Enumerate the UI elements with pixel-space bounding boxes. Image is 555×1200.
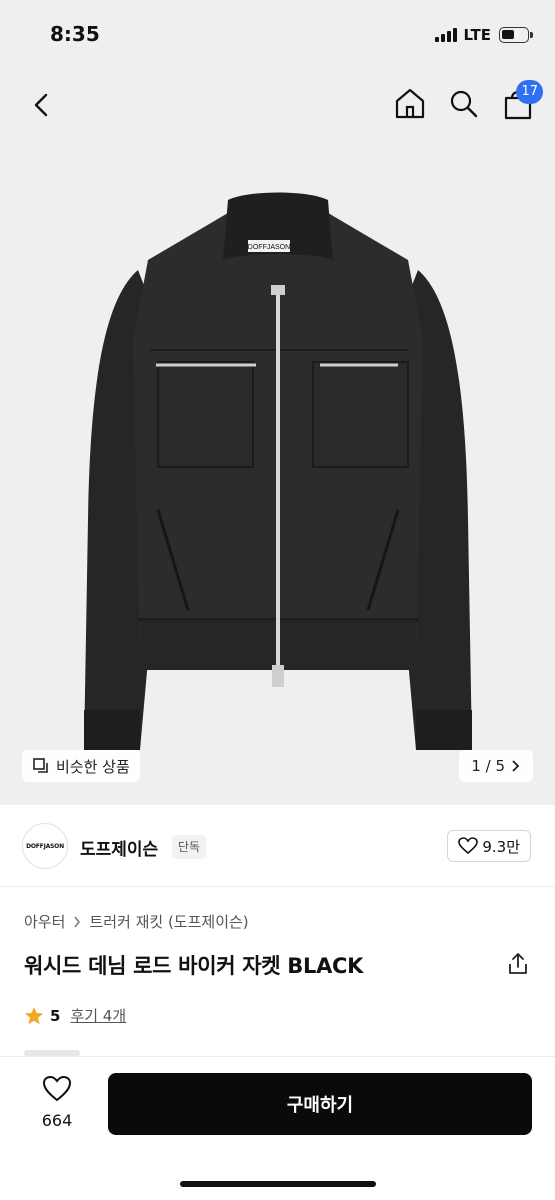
top-nav-actions: 17 — [393, 80, 543, 122]
network-label: LTE — [463, 26, 491, 44]
product-title: 워시드 데님 로드 바이커 자켓 BLACK — [24, 954, 364, 978]
home-icon — [395, 88, 425, 119]
heart-icon — [458, 837, 479, 855]
brand-like-button[interactable]: 9.3만 — [447, 830, 531, 862]
brand-name[interactable]: 도프제이슨 — [80, 835, 158, 860]
brand-logo[interactable]: DOFFJASON — [22, 823, 68, 869]
cart-button[interactable]: 17 — [501, 80, 543, 122]
search-icon — [450, 90, 478, 118]
breadcrumb: 아우터 트러커 재킷 (도프제이슨) — [24, 911, 249, 932]
bottom-action-bar: 664 구매하기 — [0, 1056, 555, 1200]
heart-icon — [42, 1075, 72, 1102]
status-time: 8:35 — [50, 22, 100, 46]
rating-row: 5 후기 4개 — [24, 1005, 126, 1026]
signal-icon — [435, 28, 458, 42]
home-button[interactable] — [393, 84, 427, 122]
brand-like-count: 9.3만 — [482, 837, 520, 856]
wishlist-button[interactable]: 664 — [28, 1075, 86, 1130]
exclusive-tag: 단독 — [172, 835, 207, 859]
star-icon — [25, 1006, 43, 1024]
buy-button[interactable]: 구매하기 — [108, 1073, 532, 1135]
copy-icon — [33, 758, 48, 773]
status-indicators: LTE — [435, 26, 533, 44]
breadcrumb-subcategory[interactable]: 트러커 재킷 (도프제이슨) — [89, 911, 248, 932]
share-icon — [509, 953, 527, 974]
search-button[interactable] — [447, 84, 481, 122]
battery-icon — [499, 27, 533, 43]
back-button[interactable] — [28, 88, 56, 122]
brand-row[interactable]: DOFFJASON 도프제이슨 단독 9.3만 — [0, 805, 555, 887]
chevron-right-icon — [74, 916, 81, 927]
similar-products-label: 비슷한 상품 — [56, 757, 130, 776]
jacket-image: DOFFJASON — [84, 192, 472, 750]
jacket-brand-label: DOFFJASON — [248, 244, 290, 251]
home-indicator — [180, 1181, 376, 1187]
cart-count-badge: 17 — [516, 80, 543, 104]
chevron-left-icon — [34, 93, 48, 117]
review-link[interactable]: 후기 4개 — [70, 1005, 126, 1026]
chevron-right-icon — [512, 760, 520, 772]
pager-text: 1 / 5 — [471, 757, 505, 775]
share-button[interactable] — [507, 952, 529, 976]
product-image-area[interactable]: 17 DOFFJASON 비슷한 상품 1 / 5 — [0, 70, 555, 805]
status-bar: 8:35 LTE — [0, 0, 555, 70]
similar-products-button[interactable]: 비슷한 상품 — [22, 750, 140, 782]
breadcrumb-category[interactable]: 아우터 — [24, 911, 65, 932]
wishlist-count: 664 — [41, 1111, 73, 1130]
rating-score: 5 — [50, 1006, 61, 1025]
image-pager[interactable]: 1 / 5 — [459, 750, 533, 782]
